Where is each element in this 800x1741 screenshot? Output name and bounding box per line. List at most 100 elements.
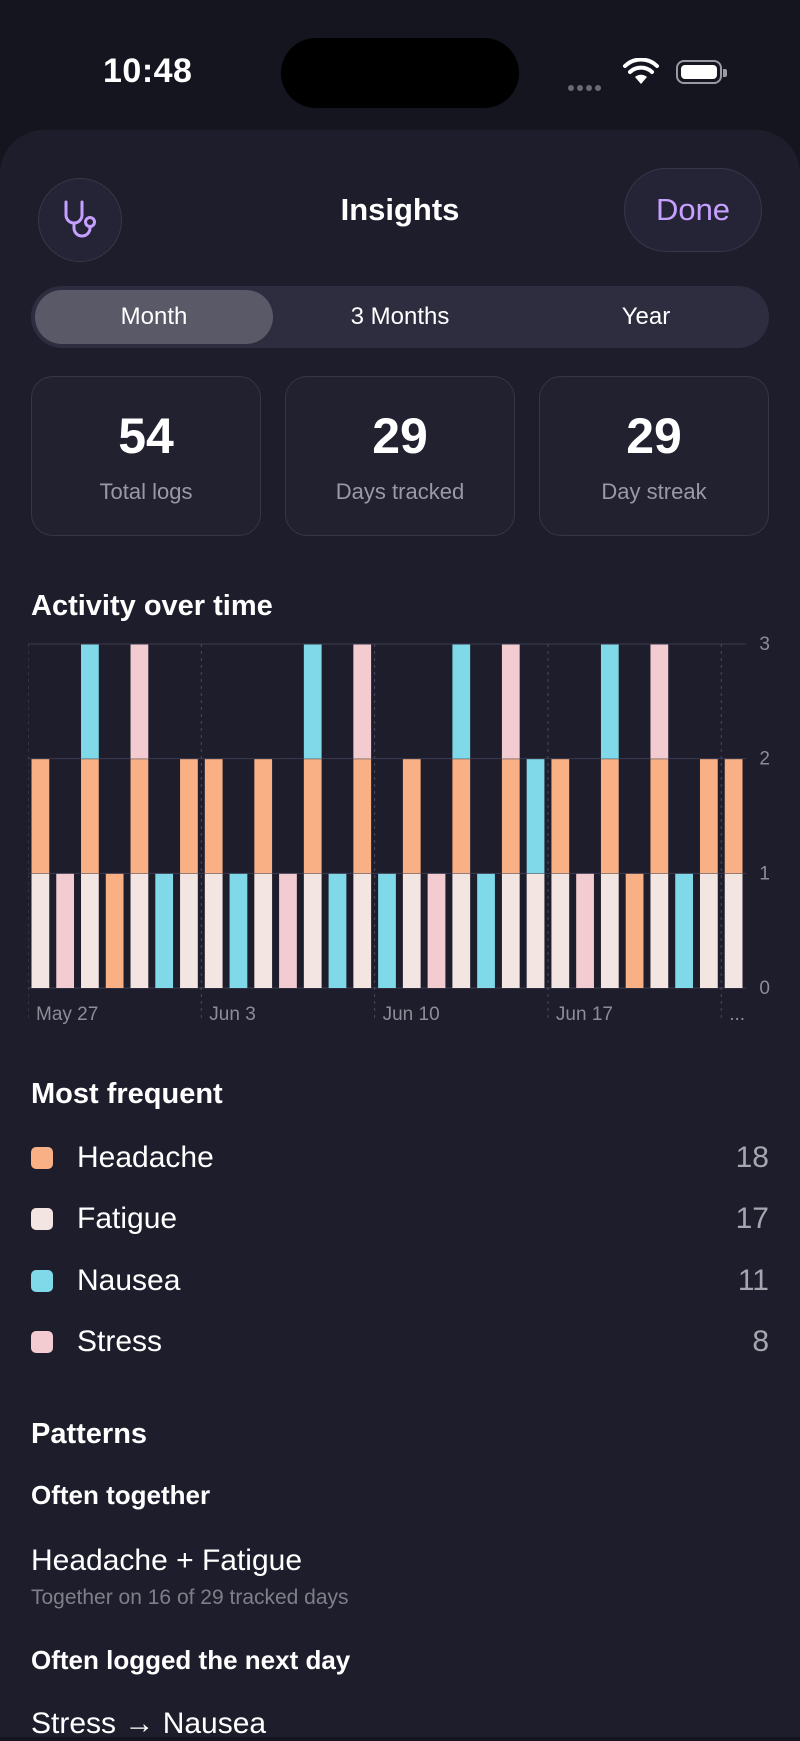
bar-segment-fatigue <box>402 873 421 988</box>
bar-segment-stress <box>279 873 297 988</box>
activity-section-title: Activity over time <box>31 590 273 622</box>
symptom-name: Headache <box>77 1141 214 1174</box>
bar-segment-headache <box>625 873 644 988</box>
symptom-name: Stress <box>77 1325 163 1358</box>
pattern-pair-name: Headache + Fatigue <box>31 1544 303 1577</box>
bar-segment-fatigue <box>81 873 99 988</box>
bar-segment-headache <box>724 759 743 874</box>
pattern-sequence-name: Stress → Nausea <box>31 1707 267 1740</box>
often-together-heading: Often together <box>31 1480 211 1510</box>
y-tick-label: 3 <box>759 636 770 655</box>
frequency-row-fatigue[interactable]: Fatigue 17 <box>31 1199 769 1239</box>
x-tick-label: Jun 10 <box>383 1004 440 1025</box>
x-tick-label: May 27 <box>36 1004 98 1025</box>
wifi-icon <box>623 58 659 84</box>
symptom-name: Nausea <box>77 1264 181 1297</box>
tab-year[interactable]: Year <box>527 290 765 344</box>
bar-segment-nausea <box>452 644 471 759</box>
x-tick-label: Jun 17 <box>556 1004 613 1025</box>
symptom-count: 18 <box>735 1141 769 1174</box>
stat-label: Total logs <box>99 479 193 504</box>
status-bar: 10:48 <box>0 0 800 140</box>
x-tick-label: ... <box>729 1004 745 1025</box>
headache-swatch <box>31 1147 53 1169</box>
bar-segment-fatigue <box>180 873 198 988</box>
bar-segment-headache <box>180 759 198 874</box>
bar-segment-fatigue <box>724 873 743 988</box>
bar-segment-headache <box>600 759 619 874</box>
done-button[interactable]: Done <box>624 168 762 252</box>
bar-segment-headache <box>204 759 223 874</box>
next-day-heading: Often logged the next day <box>31 1645 351 1675</box>
tab-3-months[interactable]: 3 Months <box>281 290 519 344</box>
symptom-name: Fatigue <box>77 1202 178 1235</box>
stat-value: 54 <box>118 408 174 464</box>
bar-segment-nausea <box>328 873 347 988</box>
bar-segment-nausea <box>600 644 619 759</box>
frequency-row-headache[interactable]: Headache 18 <box>31 1138 769 1178</box>
stat-card-day-streak: 29 Day streak <box>539 376 769 536</box>
bar-segment-fatigue <box>452 873 471 988</box>
bar-segment-fatigue <box>699 873 718 988</box>
range-segmented-control: Month 3 Months Year <box>31 286 769 348</box>
frequency-row-stress[interactable]: Stress 8 <box>31 1322 769 1362</box>
y-tick-label: 2 <box>759 749 770 770</box>
stat-value: 29 <box>626 408 682 464</box>
stat-card-total-logs: 54 Total logs <box>31 376 261 536</box>
bar-segment-headache <box>452 759 471 874</box>
bar-segment-headache <box>699 759 718 874</box>
bar-segment-fatigue <box>650 873 669 988</box>
bar-segment-nausea <box>477 873 495 988</box>
bar-segment-headache <box>81 759 99 874</box>
patterns-title: Patterns <box>31 1418 148 1450</box>
dynamic-island <box>281 38 519 108</box>
bar-segment-stress <box>427 873 446 988</box>
frequency-row-nausea[interactable]: Nausea 11 <box>31 1261 769 1301</box>
bar-segment-fatigue <box>600 873 619 988</box>
bar-segment-stress <box>650 644 669 759</box>
status-time: 10:48 <box>103 52 193 90</box>
bar-segment-fatigue <box>526 873 545 988</box>
bar-segment-stress <box>353 644 372 759</box>
y-tick-label: 1 <box>759 863 770 884</box>
bar-segment-stress <box>130 644 149 759</box>
battery-icon <box>676 60 727 84</box>
bar-segment-fatigue <box>353 873 372 988</box>
bar-segment-headache <box>303 759 322 874</box>
bar-segment-fatigue <box>501 873 520 988</box>
bar-segment-headache <box>353 759 372 874</box>
bar-segment-headache <box>551 759 570 874</box>
symptom-count: 17 <box>735 1202 769 1235</box>
bar-segment-fatigue <box>551 873 570 988</box>
symptom-count: 8 <box>752 1325 769 1358</box>
stat-value: 29 <box>372 408 428 464</box>
bar-segment-fatigue <box>204 873 223 988</box>
x-tick-label: Jun 3 <box>209 1004 255 1025</box>
bar-segment-nausea <box>81 644 99 759</box>
activity-chart: 0 1 2 3 May 27 Jun 3 Jun 10 Jun 17... <box>28 636 770 1025</box>
bar-segment-headache <box>105 873 124 988</box>
nausea-swatch <box>31 1270 53 1292</box>
bar-segment-headache <box>130 759 149 874</box>
stat-card-days-tracked: 29 Days tracked <box>285 376 515 536</box>
bar-segment-nausea <box>303 644 322 759</box>
stat-label: Day streak <box>601 479 707 504</box>
stat-label: Days tracked <box>335 479 465 504</box>
bar-segment-headache <box>31 759 50 874</box>
fatigue-swatch <box>31 1208 53 1230</box>
pattern-pair-description: Together on 16 of 29 tracked days <box>31 1586 349 1609</box>
bar-segment-fatigue <box>31 873 50 988</box>
tab-month[interactable]: Month <box>35 290 273 344</box>
bar-segment-nausea <box>378 873 396 988</box>
bar-segment-stress <box>576 873 594 988</box>
bar-segment-nausea <box>526 759 545 874</box>
bar-segment-fatigue <box>130 873 149 988</box>
bar-segment-nausea <box>229 873 248 988</box>
cellular-signal-icon <box>568 78 604 96</box>
stress-swatch <box>31 1331 53 1353</box>
bar-segment-nausea <box>675 873 693 988</box>
bar-segment-headache <box>254 759 273 874</box>
most-frequent-title: Most frequent <box>31 1078 223 1110</box>
y-tick-label: 0 <box>759 978 770 999</box>
symptom-count: 11 <box>737 1264 769 1297</box>
